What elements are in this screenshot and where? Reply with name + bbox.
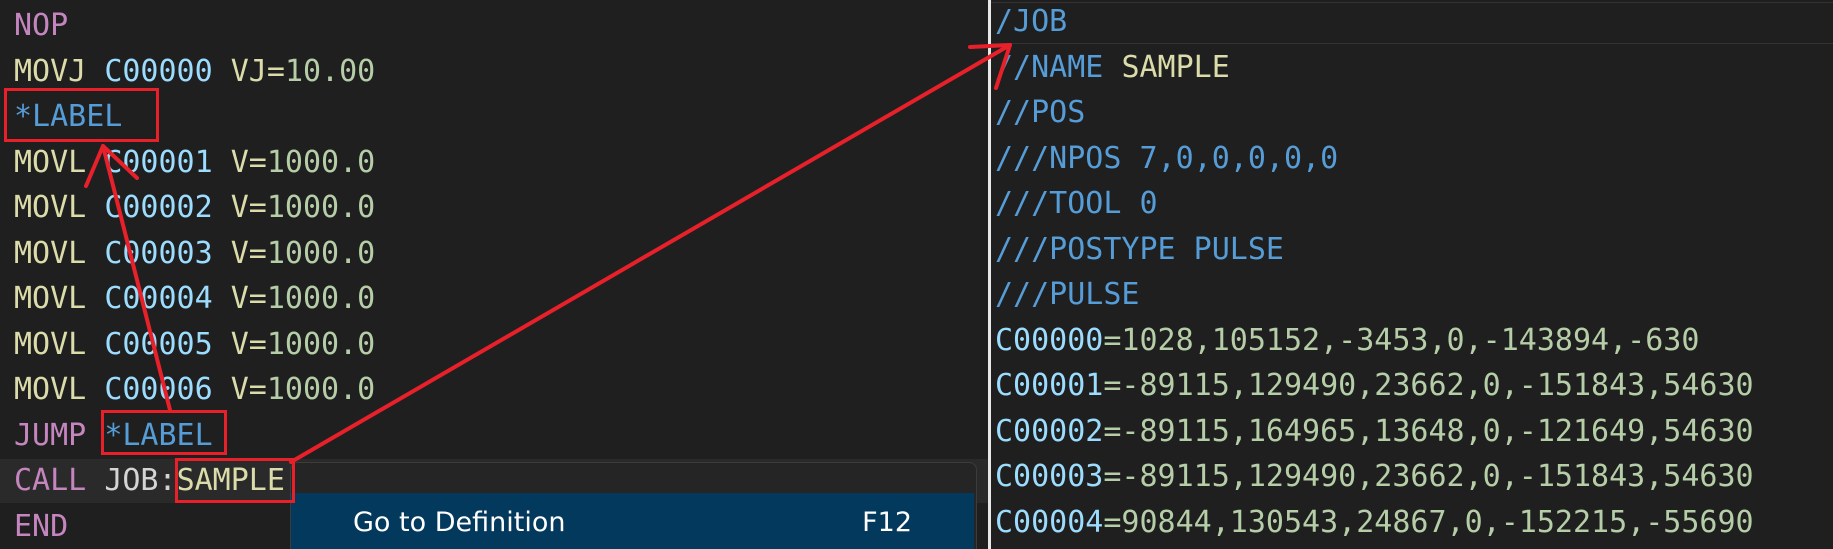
code-token: V= (212, 372, 267, 407)
code-token: V= (212, 326, 267, 362)
code-token: C00005 (104, 326, 213, 362)
code-token: ///POSTYPE PULSE (995, 231, 1284, 267)
code-token: VJ= (212, 53, 285, 89)
code-token: ///NPOS 7,0,0,0,0,0 (995, 140, 1339, 176)
code-token: V= (212, 235, 267, 271)
code-token: 1000.0 (266, 190, 376, 225)
code-token: C00002 (995, 413, 1104, 449)
code-token: MOVL (14, 235, 105, 271)
right-code-line[interactable]: /JOB (995, 0, 1067, 44)
left-code-line[interactable]: NOP (14, 4, 68, 48)
code-token: JOB: (104, 463, 177, 498)
right-code-line[interactable]: C00003=-89115,129490,23662,0,-151843,546… (995, 455, 1754, 499)
code-token: C00001 (104, 144, 213, 180)
code-token: C00004 (104, 281, 213, 316)
left-editor-pane[interactable]: NOP MOVJ C00000 VJ=10.00 *LABEL MOVL C00001… (0, 0, 988, 549)
code-token: 1000.0 (266, 281, 376, 316)
code-token: C00003 (995, 459, 1104, 494)
code-token: END (14, 508, 69, 544)
left-code-line[interactable]: MOVJ C00000 VJ=10.00 (14, 50, 375, 94)
current-line-highlight (991, 2, 1833, 44)
code-token: SAMPLE (1121, 49, 1230, 85)
right-code-line[interactable]: C00000=1028,105152,-3453,0,-143894,-630 (995, 319, 1699, 363)
code-token: CALL (14, 463, 105, 498)
sample-annotation-box (175, 458, 295, 503)
code-token: MOVJ (14, 53, 105, 89)
left-code-line[interactable]: MOVL C00005 V=1000.0 (14, 323, 375, 367)
code-token: =1028,105152,-3453,0,-143894,-630 (1103, 322, 1700, 358)
code-token: 1000.0 (266, 235, 376, 271)
code-token: /JOB (995, 4, 1068, 39)
code-token: MOVL (14, 281, 105, 316)
code-token: MOVL (14, 144, 105, 180)
code-token: C00002 (104, 190, 213, 225)
code-token: =-89115,129490,23662,0,-151843,54630 (1103, 368, 1754, 403)
menu-item-label: Go to Definition (353, 507, 566, 538)
code-token: NOP (14, 8, 69, 43)
go-to-definition-menu-item[interactable]: Go to Definition F12 (291, 493, 974, 549)
code-token: C00000 (104, 53, 213, 89)
right-code-line[interactable]: C00001=-89115,129490,23662,0,-151843,546… (995, 364, 1754, 408)
menu-item-shortcut: F12 (862, 507, 912, 538)
code-token: C00006 (104, 372, 213, 407)
left-code-line[interactable]: END (14, 505, 68, 549)
jump-label-annotation-box (101, 410, 227, 455)
code-token: 1000.0 (266, 372, 376, 407)
right-code-line[interactable]: C00002=-89115,164965,13648,0,-121649,546… (995, 410, 1754, 454)
code-token: V= (212, 281, 267, 316)
code-token: =90844,130543,24867,0,-152215,-55690 (1103, 504, 1754, 540)
left-code-line[interactable]: MOVL C00002 V=1000.0 (14, 186, 375, 230)
code-token: MOVL (14, 372, 105, 407)
code-token: JUMP (14, 417, 105, 453)
code-token: C00000 (995, 322, 1104, 358)
code-token: //POS (995, 95, 1086, 130)
code-token: V= (212, 190, 267, 225)
right-code-line[interactable]: ///NPOS 7,0,0,0,0,0 (995, 137, 1338, 181)
code-token: 1000.0 (266, 144, 376, 180)
right-code-line[interactable]: ///PULSE (995, 273, 1140, 317)
code-token: =-89115,164965,13648,0,-121649,54630 (1103, 413, 1754, 449)
code-token: 10.00 (284, 53, 376, 89)
code-token: C00003 (104, 235, 213, 271)
code-token: C00004 (995, 504, 1104, 540)
code-token: C00001 (995, 368, 1104, 403)
code-token: //NAME (995, 49, 1122, 85)
left-code-line[interactable]: MOVL C00001 V=1000.0 (14, 141, 375, 185)
right-code-line[interactable]: C00004=90844,130543,24867,0,-152215,-556… (995, 501, 1754, 545)
code-token: V= (212, 144, 267, 180)
code-token: ///PULSE (995, 277, 1140, 312)
label-annotation-box (4, 88, 159, 142)
left-code-line[interactable]: MOVL C00003 V=1000.0 (14, 232, 375, 276)
context-menu: Go to Definition F12 (290, 462, 977, 549)
code-token: 1000.0 (266, 326, 376, 362)
right-code-line[interactable]: //POS (995, 91, 1085, 135)
right-code-line[interactable]: ///POSTYPE PULSE (995, 228, 1284, 272)
right-code-line[interactable]: //NAME SAMPLE (995, 46, 1230, 90)
left-code-line[interactable]: MOVL C00006 V=1000.0 (14, 368, 375, 412)
left-code-line[interactable]: MOVL C00004 V=1000.0 (14, 277, 375, 321)
right-editor-pane[interactable]: /JOB //NAME SAMPLE //POS ///NPOS 7,0,0,0,0,… (991, 0, 1833, 549)
right-code-line[interactable]: ///TOOL 0 (995, 182, 1158, 226)
code-token: ///TOOL 0 (995, 186, 1158, 221)
code-token: MOVL (14, 190, 105, 225)
code-token: =-89115,129490,23662,0,-151843,54630 (1103, 459, 1754, 494)
code-token: MOVL (14, 326, 105, 362)
